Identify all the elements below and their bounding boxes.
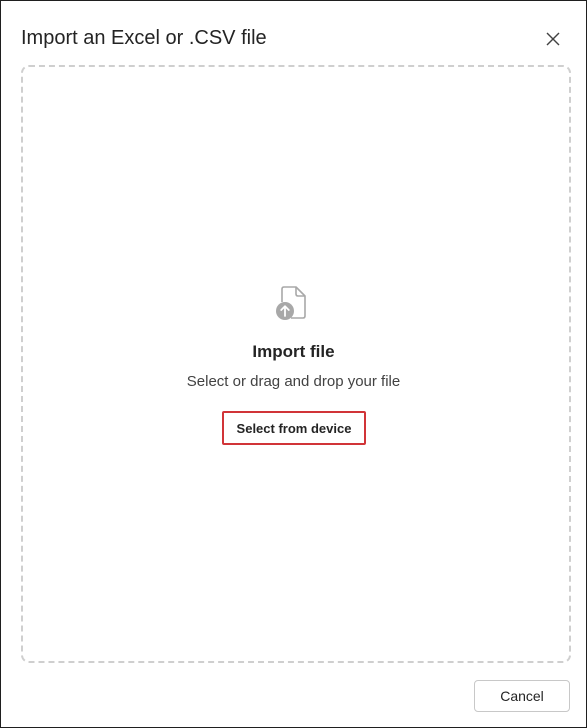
file-drop-zone[interactable] (21, 65, 571, 663)
cancel-button[interactable]: Cancel (474, 680, 570, 712)
drop-zone-title: Import file (252, 342, 335, 361)
select-from-device-button[interactable]: Select from device (222, 411, 366, 445)
file-upload-icon (276, 286, 306, 320)
close-icon (546, 32, 560, 46)
import-dialog: Import an Excel or .CSV file (0, 0, 587, 728)
dialog-title: Import an Excel or .CSV file (21, 27, 267, 49)
drop-zone-subtitle: Select or drag and drop your file (186, 373, 401, 390)
close-button[interactable] (537, 23, 569, 55)
